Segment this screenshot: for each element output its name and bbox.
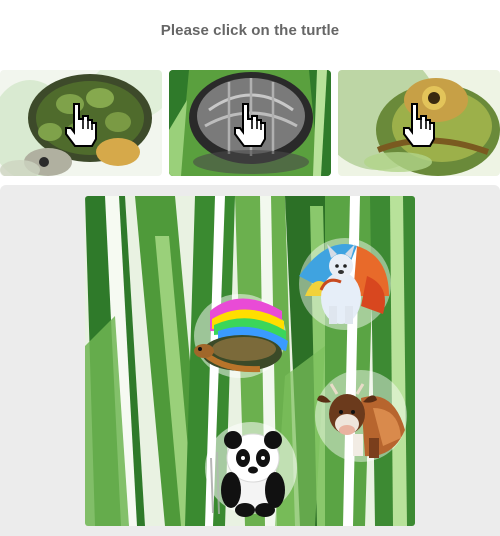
captcha-page: Please click on the turtle [0, 0, 500, 536]
example-tile-2 [169, 70, 331, 176]
challenge-panel [0, 185, 500, 536]
pointer-hand-icon [65, 103, 97, 147]
panda-item[interactable] [203, 418, 299, 518]
example-tiles [0, 70, 500, 176]
dog-item[interactable] [297, 236, 393, 332]
turtle-item[interactable] [190, 291, 292, 381]
cow-item[interactable] [313, 368, 409, 464]
challenge-canvas[interactable] [85, 196, 415, 526]
challenge-prompt: Please click on the turtle [160, 22, 340, 39]
example-tile-1 [0, 70, 162, 176]
example-tile-3 [338, 70, 500, 176]
pointer-hand-icon [403, 103, 435, 147]
pointer-hand-icon [234, 103, 266, 147]
